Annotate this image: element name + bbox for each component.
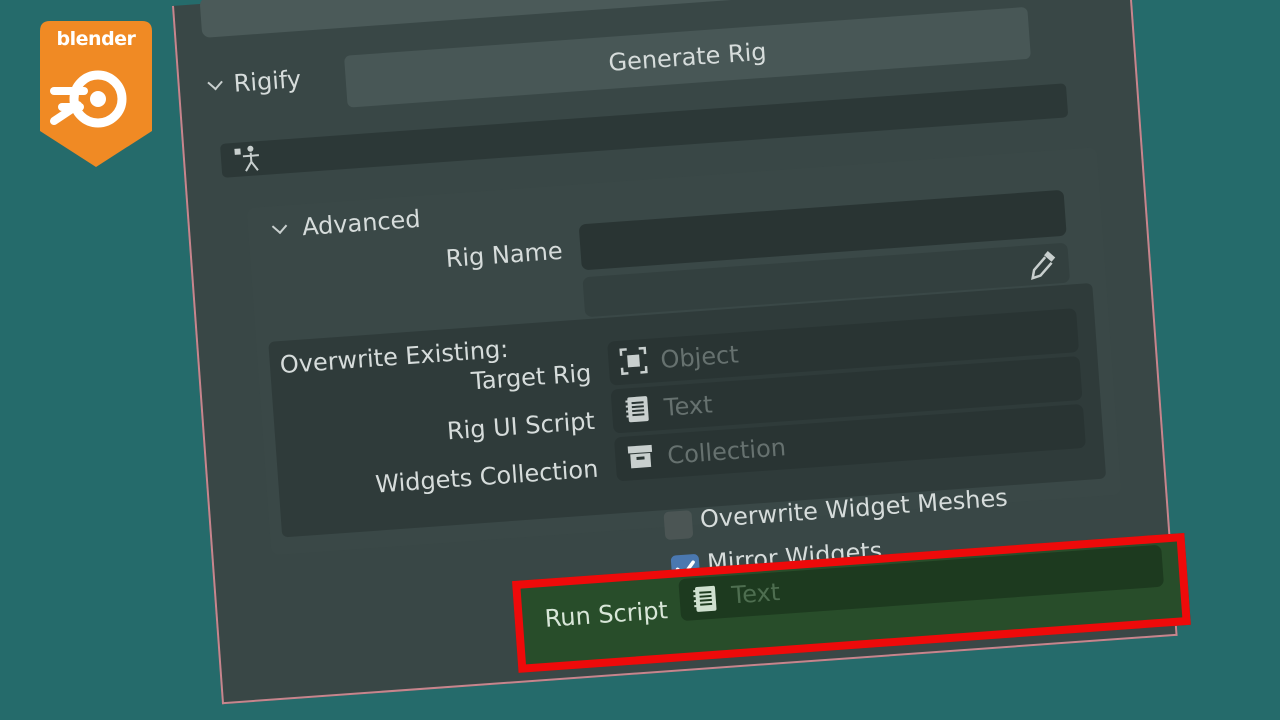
overwrite-widget-meshes-checkbox[interactable] (663, 510, 694, 541)
rig-ui-script-placeholder: Text (662, 390, 714, 422)
target-rig-placeholder: Object (659, 340, 740, 374)
rigify-header-label: Rigify (232, 64, 303, 98)
armature-icon (234, 145, 259, 172)
eyedropper-icon[interactable] (1028, 247, 1060, 281)
generate-rig-label: Generate Rig (607, 37, 768, 77)
text-icon (625, 396, 649, 423)
run-script-placeholder: Text (730, 578, 782, 610)
logo-text: blender (56, 28, 136, 50)
rigify-section-header[interactable]: Rigify (205, 65, 302, 102)
rigify-panel: Generate Rig Rigify Advanced Rig Name Ov… (172, 0, 1191, 705)
collection-icon (627, 444, 653, 469)
blender-logo: blender (40, 21, 152, 167)
widgets-collection-placeholder: Collection (666, 433, 787, 470)
screen: blender Generate Rig Rigify Advanced Rig… (0, 0, 1280, 720)
object-icon (619, 346, 648, 376)
chevron-down-icon (207, 74, 223, 91)
text-icon (693, 585, 717, 612)
